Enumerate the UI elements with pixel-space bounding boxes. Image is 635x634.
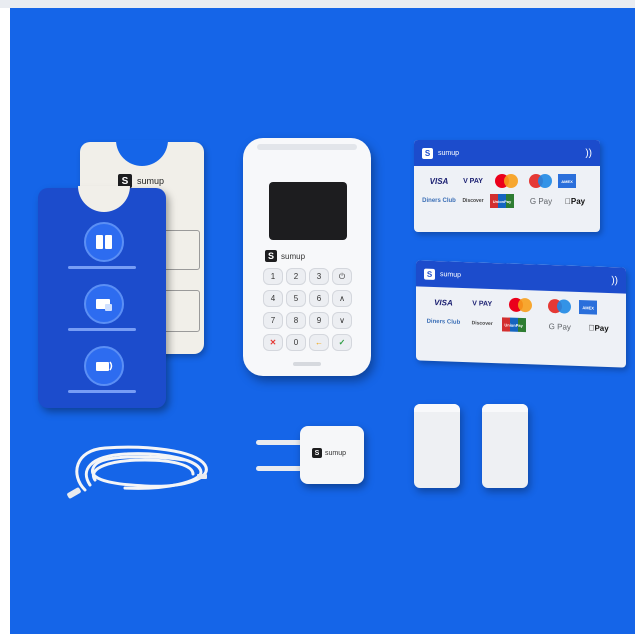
maestro-logo [540, 298, 579, 314]
top-border [0, 0, 635, 8]
card-terminal: S sumup 1 2 3 ⏻ 4 5 6 ∧ 7 8 9 ∨ ✕ 0 ← ✓ [243, 138, 371, 376]
logo-wordmark: sumup [438, 149, 460, 157]
paper-roll [414, 404, 460, 488]
payment-logos: VISA V PAY AMEX Diners Club Discover Uni… [414, 166, 600, 208]
vpay-logo: V PAY [463, 177, 483, 185]
mastercard-logo [502, 297, 541, 313]
terminal-top-edge [257, 144, 357, 150]
terminal-keypad: 1 2 3 ⏻ 4 5 6 ∧ 7 8 9 ∨ ✕ 0 ← ✓ [263, 268, 352, 351]
key-4: 4 [263, 290, 283, 307]
left-border [0, 8, 10, 634]
logo-wordmark: sumup [325, 449, 347, 457]
adapter-logo: S sumup [312, 448, 346, 458]
logo-wordmark: sumup [281, 251, 306, 261]
payment-logos: VISA V PAY AMEX Diners Club Discover Uni… [416, 286, 626, 335]
quick-start-guide-front [38, 186, 166, 408]
sticker-header: S sumup )) [414, 140, 600, 166]
diners-logo: Diners Club [426, 318, 461, 326]
key-8: 8 [286, 312, 306, 329]
contactless-icon: )) [611, 274, 618, 286]
logo-mark: S [424, 268, 435, 280]
guide-text-line [68, 266, 136, 269]
maestro-logo [524, 174, 558, 188]
guide-notch [78, 186, 130, 212]
key-down: ∨ [332, 312, 352, 329]
key-0: 0 [286, 334, 306, 351]
charger-pin [256, 466, 304, 471]
visa-logo: VISA [434, 297, 453, 308]
product-photo: S sumup S sumup 1 2 3 ⏻ 4 5 6 ∧ 7 8 9 ∨ … [10, 8, 635, 634]
guide-text-line [68, 390, 136, 393]
guide-illustration [160, 290, 200, 332]
amex-logo: AMEX [579, 300, 598, 315]
key-3: 3 [309, 268, 329, 285]
logo-mark: S [265, 250, 277, 262]
payment-methods-sticker: S sumup )) VISA V PAY AMEX Diners Club D… [414, 140, 600, 232]
vpay-logo: V PAY [472, 299, 493, 308]
guide-notch [116, 140, 168, 166]
mastercard-logo [490, 174, 524, 188]
terminal-port [293, 362, 321, 366]
key-9: 9 [309, 312, 329, 329]
key-cancel: ✕ [263, 334, 283, 351]
logo-mark: S [312, 448, 322, 458]
card-lock-icon [84, 284, 124, 324]
terminal-logo: S sumup [265, 250, 305, 262]
usb-cable [67, 445, 208, 499]
key-ok: ✓ [332, 334, 352, 351]
applepay-logo: Pay [565, 196, 585, 206]
key-7: 7 [263, 312, 283, 329]
gpay-logo: G Pay [548, 321, 571, 332]
charger-pin [256, 440, 304, 445]
terminal-screen [269, 182, 347, 240]
paper-roll [482, 404, 528, 488]
keypad-icon [84, 222, 124, 262]
unionpay-logo: UnionPay [501, 317, 526, 333]
amex-logo: AMEX [558, 174, 576, 188]
key-back: ← [309, 334, 329, 351]
logo-wordmark: sumup [440, 270, 462, 279]
visa-logo: VISA [429, 176, 449, 186]
key-6: 6 [309, 290, 329, 307]
key-power: ⏻ [332, 268, 352, 285]
discover-logo: Discover [462, 198, 484, 204]
key-5: 5 [286, 290, 306, 307]
logo-wordmark: sumup [137, 176, 165, 186]
unionpay-logo: UnionPay [490, 194, 514, 208]
discover-logo: Discover [471, 320, 493, 328]
key-1: 1 [263, 268, 283, 285]
guide-text-line [68, 328, 136, 331]
key-2: 2 [286, 268, 306, 285]
gpay-logo: G Pay [529, 196, 553, 206]
key-up: ∧ [332, 290, 352, 307]
payment-methods-sticker: S sumup )) VISA V PAY AMEX Diners Club D… [416, 260, 626, 368]
contactless-icon: )) [585, 147, 592, 159]
power-adapter: S sumup [300, 426, 364, 484]
diners-logo: Diners Club [422, 198, 456, 204]
logo-mark: S [422, 147, 433, 159]
card-tap-icon [84, 346, 124, 386]
guide-illustration [160, 230, 200, 270]
applepay-logo: Pay [588, 322, 608, 333]
